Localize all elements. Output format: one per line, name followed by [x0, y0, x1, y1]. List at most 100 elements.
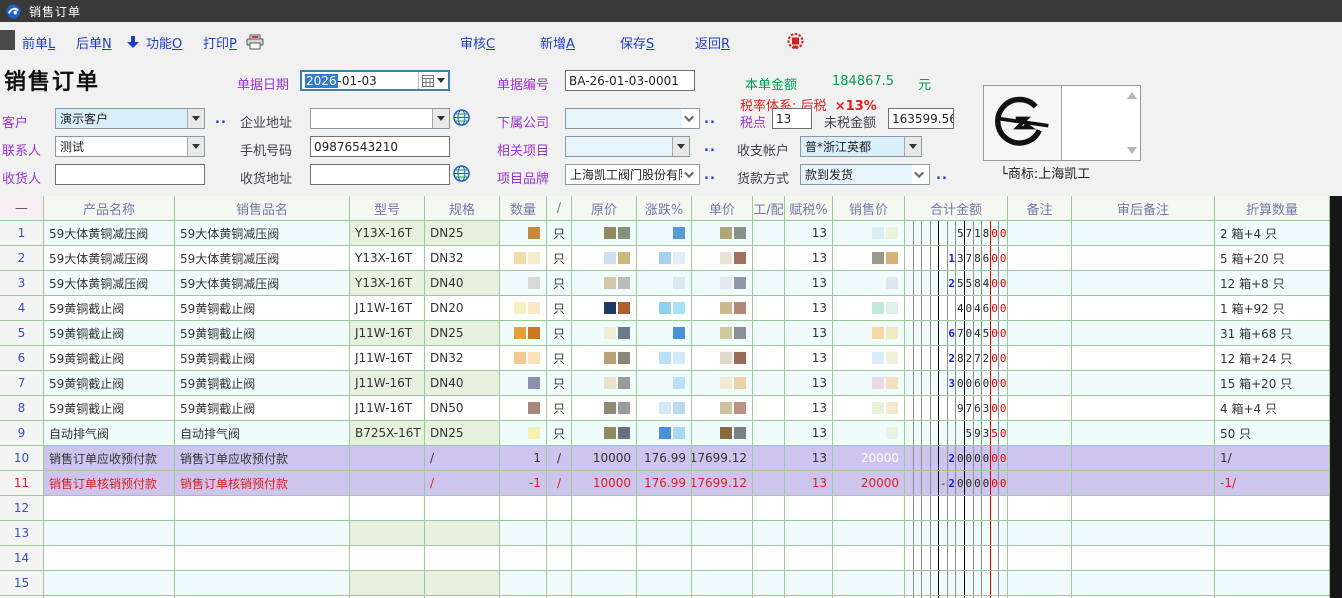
cell-price[interactable]	[692, 521, 753, 546]
cell-tax[interactable]	[785, 521, 833, 546]
cell-sprice[interactable]	[833, 571, 905, 596]
cell-conv[interactable]: 5 箱+20 只	[1215, 246, 1330, 271]
cell-total[interactable]: 571800	[905, 221, 1008, 246]
menu-print[interactable]: 打印P	[203, 33, 237, 52]
project-more-button[interactable]: ..	[704, 140, 716, 155]
cell-orig[interactable]	[572, 371, 637, 396]
cell-chg[interactable]	[637, 496, 692, 521]
untaxed-input[interactable]: 163599.56	[888, 108, 954, 129]
cell-sprice[interactable]	[833, 321, 905, 346]
cell-orig[interactable]	[572, 521, 637, 546]
cell-tax[interactable]: 13	[785, 321, 833, 346]
cell-chg[interactable]	[637, 371, 692, 396]
cell-total[interactable]: 3006000	[905, 371, 1008, 396]
cell-model[interactable]: J11W-16T	[350, 296, 425, 321]
cell-sale[interactable]	[175, 521, 350, 546]
cell-conv[interactable]: 1 箱+92 只	[1215, 296, 1330, 321]
cell-tax[interactable]: 13	[785, 296, 833, 321]
menu-next-doc[interactable]: 后单N	[76, 33, 112, 52]
company-address-combobox[interactable]	[310, 108, 450, 129]
delivery-address-input[interactable]	[310, 164, 450, 185]
cell-spec[interactable]	[425, 546, 500, 571]
cell-sale[interactable]: 59黄铜截止阀	[175, 396, 350, 421]
customer-combobox[interactable]: 演示客户	[55, 108, 205, 129]
project-combobox[interactable]	[565, 136, 690, 157]
chevron-down-icon[interactable]	[912, 165, 929, 184]
cell-qty[interactable]	[500, 321, 547, 346]
cell-orig[interactable]	[572, 346, 637, 371]
docno-input[interactable]: BA-26-01-03-0001	[565, 70, 695, 91]
cell-sprice[interactable]	[833, 221, 905, 246]
brand-more-button[interactable]: ..	[704, 168, 716, 183]
cell-conv[interactable]	[1215, 546, 1330, 571]
menu-save[interactable]: 保存S	[620, 33, 654, 52]
payment-combobox[interactable]: 款到发货	[800, 164, 930, 185]
cell-total[interactable]: 2558400	[905, 271, 1008, 296]
cell-spec[interactable]: DN40	[425, 271, 500, 296]
cell-sprice[interactable]	[833, 396, 905, 421]
cell-model[interactable]: J11W-16T	[350, 321, 425, 346]
contact-combobox[interactable]: 测试	[55, 136, 205, 157]
cell-anote[interactable]	[1072, 346, 1215, 371]
cell-spec[interactable]: DN32	[425, 346, 500, 371]
cell-spec[interactable]	[425, 521, 500, 546]
cell-note[interactable]	[1008, 321, 1072, 346]
cell-anote[interactable]	[1072, 571, 1215, 596]
cell-chg[interactable]	[637, 396, 692, 421]
cell-gp[interactable]	[753, 346, 785, 371]
cell-name[interactable]	[44, 571, 175, 596]
cell-no[interactable]: 7	[0, 371, 44, 396]
cell-note[interactable]	[1008, 446, 1072, 471]
cell-name[interactable]: 59黄铜截止阀	[44, 371, 175, 396]
cell-spec[interactable]: DN20	[425, 296, 500, 321]
cell-qty[interactable]	[500, 421, 547, 446]
menu-audit[interactable]: 审核C	[460, 33, 495, 52]
globe-icon[interactable]	[453, 109, 470, 126]
cell-orig[interactable]	[572, 421, 637, 446]
cell-conv[interactable]	[1215, 521, 1330, 546]
cell-orig[interactable]	[572, 296, 637, 321]
cell-orig[interactable]	[572, 496, 637, 521]
cell-qty[interactable]	[500, 546, 547, 571]
cell-sprice[interactable]	[833, 496, 905, 521]
cell-name[interactable]	[44, 546, 175, 571]
cell-unit[interactable]: 只	[547, 421, 572, 446]
cell-model[interactable]: Y13X-16T	[350, 221, 425, 246]
cell-no[interactable]: 9	[0, 421, 44, 446]
cell-sale[interactable]: 自动排气阀	[175, 421, 350, 446]
cell-no[interactable]: 3	[0, 271, 44, 296]
cell-sale[interactable]: 59大体黄铜减压阀	[175, 271, 350, 296]
subsidiary-combobox[interactable]	[565, 108, 700, 129]
cell-note[interactable]	[1008, 421, 1072, 446]
cell-sale[interactable]	[175, 571, 350, 596]
cell-conv[interactable]	[1215, 571, 1330, 596]
cell-total[interactable]: 6704500	[905, 321, 1008, 346]
cell-conv[interactable]: 12 箱+8 只	[1215, 271, 1330, 296]
menu-return[interactable]: 返回R	[695, 33, 730, 52]
cell-sale[interactable]: 销售订单应收预付款	[175, 446, 350, 471]
scroll-down-icon[interactable]	[1127, 147, 1137, 154]
cell-qty[interactable]: 1	[500, 446, 547, 471]
cell-chg[interactable]	[637, 271, 692, 296]
cell-anote[interactable]	[1072, 246, 1215, 271]
cell-conv[interactable]: -1/	[1215, 471, 1330, 496]
cell-chg[interactable]	[637, 246, 692, 271]
cell-qty[interactable]	[500, 271, 547, 296]
cell-sale[interactable]: 59大体黄铜减压阀	[175, 221, 350, 246]
cell-note[interactable]	[1008, 371, 1072, 396]
cell-model[interactable]	[350, 571, 425, 596]
cell-anote[interactable]	[1072, 546, 1215, 571]
cell-qty[interactable]	[500, 346, 547, 371]
cell-qty[interactable]	[500, 396, 547, 421]
cell-spec[interactable]: /	[425, 446, 500, 471]
cell-no[interactable]: 1	[0, 221, 44, 246]
cell-spec[interactable]: DN50	[425, 396, 500, 421]
subsidiary-more-button[interactable]: ..	[704, 112, 716, 127]
cell-total[interactable]: 2827200	[905, 346, 1008, 371]
cell-model[interactable]	[350, 496, 425, 521]
cell-name[interactable]: 59黄铜截止阀	[44, 346, 175, 371]
cell-tax[interactable]	[785, 496, 833, 521]
cell-gp[interactable]	[753, 221, 785, 246]
cell-price[interactable]	[692, 421, 753, 446]
cell-model[interactable]: Y13X-16T	[350, 246, 425, 271]
